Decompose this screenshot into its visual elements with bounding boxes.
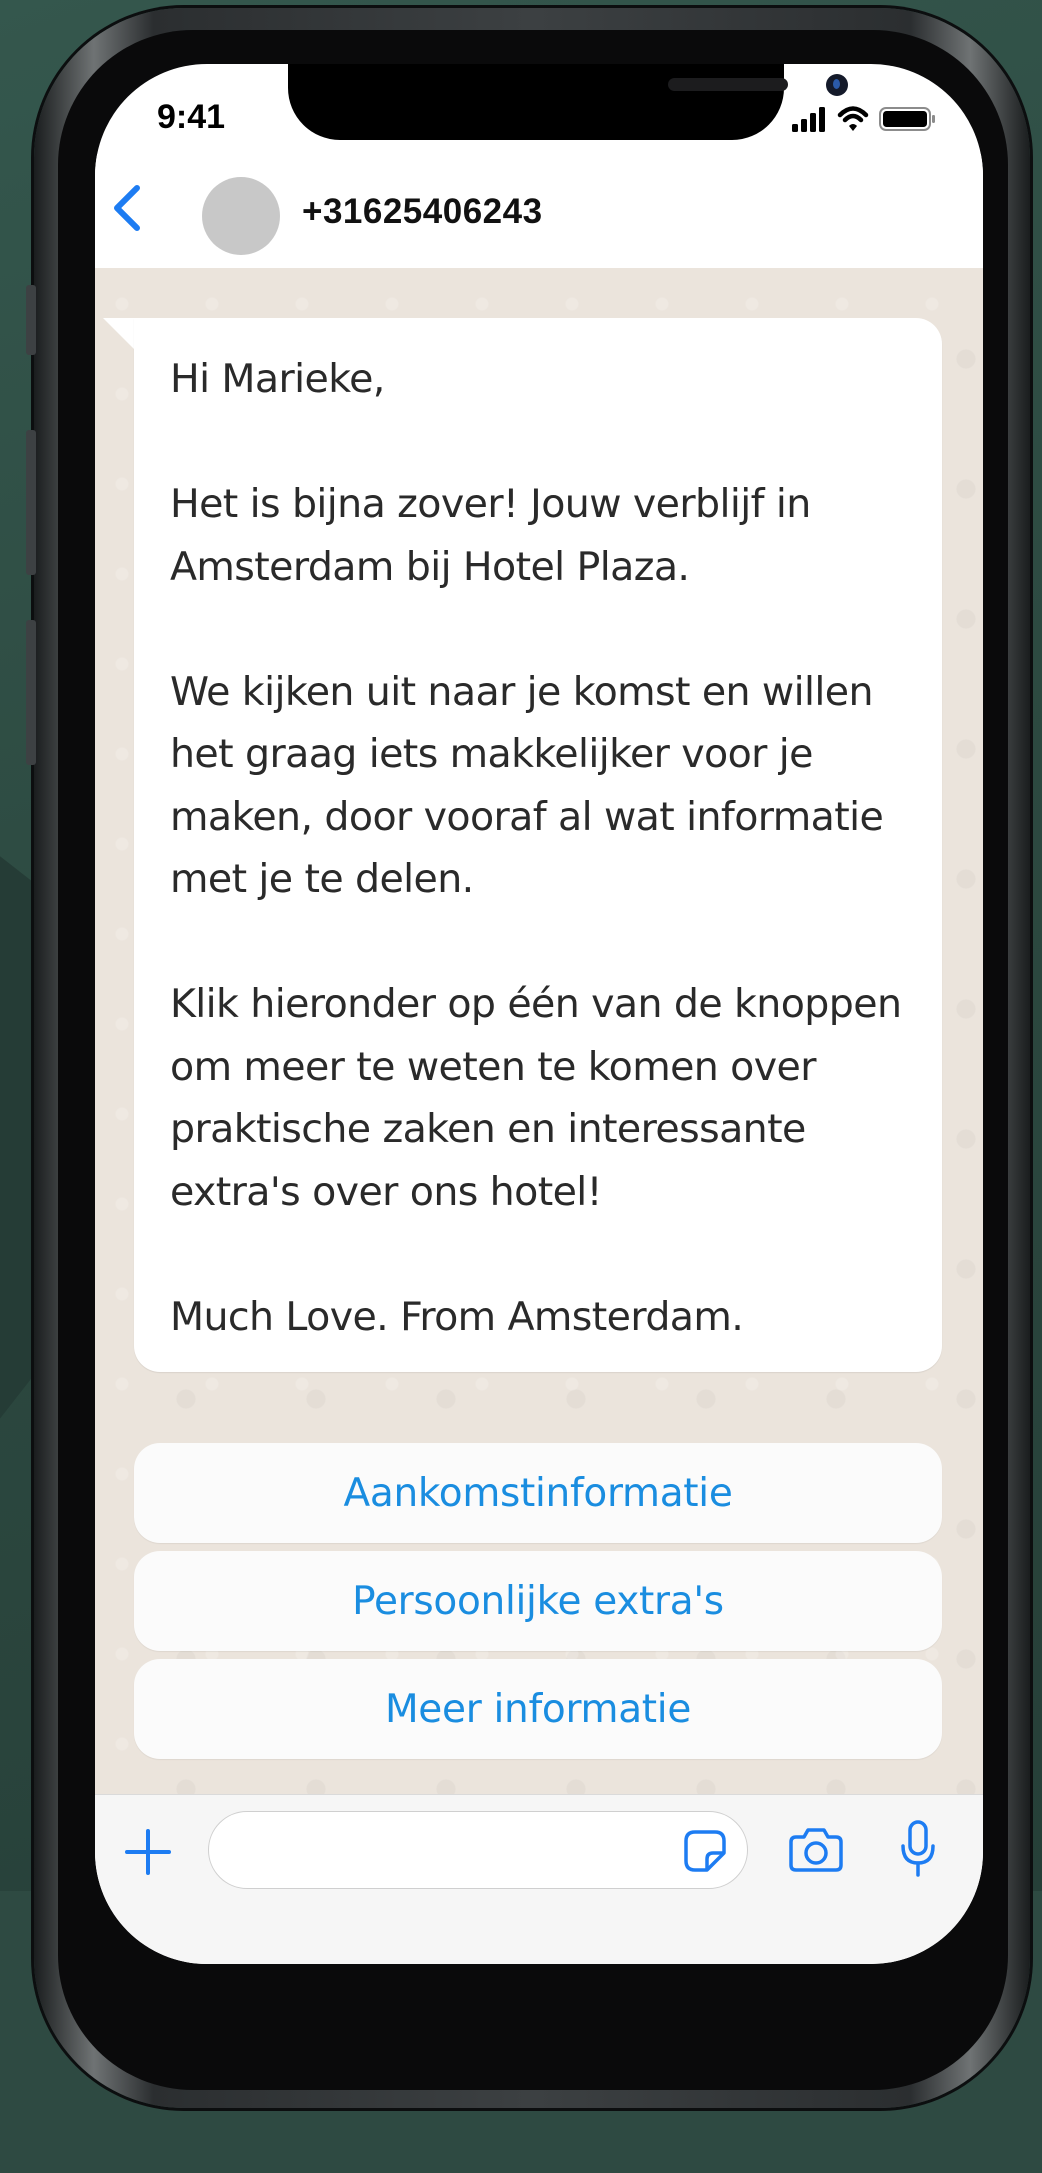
message-input[interactable] — [208, 1811, 748, 1889]
chat-header: +31625406243 — [95, 154, 983, 268]
speaker-grill — [668, 78, 788, 91]
contact-name[interactable]: +31625406243 — [302, 192, 543, 232]
sticker-button[interactable] — [683, 1829, 727, 1873]
message-bubble-tail — [103, 318, 137, 352]
back-button[interactable] — [107, 178, 147, 238]
status-icons — [790, 104, 950, 134]
chat-area: Hi Marieke, Het is bijna zover! Jouw ver… — [95, 268, 983, 1794]
mute-switch — [26, 285, 36, 355]
microphone-button[interactable] — [898, 1819, 938, 1879]
camera-button[interactable] — [788, 1825, 844, 1875]
avatar[interactable] — [202, 177, 280, 255]
quick-reply-aankomstinformatie[interactable]: Aankomstinformatie — [134, 1443, 942, 1543]
status-time: 9:41 — [157, 98, 226, 136]
chevron-left-icon — [114, 185, 140, 231]
quick-reply-persoonlijke-extras[interactable]: Persoonlijke extra's — [134, 1551, 942, 1651]
plus-icon — [125, 1829, 171, 1875]
sticker-icon — [684, 1830, 726, 1872]
volume-down-button — [26, 620, 36, 765]
battery-icon — [879, 107, 935, 131]
notch — [288, 64, 848, 140]
quick-reply-meer-informatie[interactable]: Meer informatie — [134, 1659, 942, 1759]
cellular-signal-icon — [792, 106, 935, 132]
camera-icon — [789, 1828, 843, 1872]
plus-button[interactable] — [125, 1829, 171, 1875]
message-text: Hi Marieke, Het is bijna zover! Jouw ver… — [170, 356, 902, 1340]
front-camera — [826, 74, 848, 96]
volume-up-button — [26, 430, 36, 575]
message-bubble: Hi Marieke, Het is bijna zover! Jouw ver… — [134, 318, 942, 1372]
wifi-icon — [837, 106, 869, 131]
input-bar — [95, 1794, 983, 1964]
microphone-icon — [901, 1820, 935, 1877]
phone-screen: 9:41 +31625406243 Hi Marieke, Het is bij… — [95, 64, 983, 1964]
